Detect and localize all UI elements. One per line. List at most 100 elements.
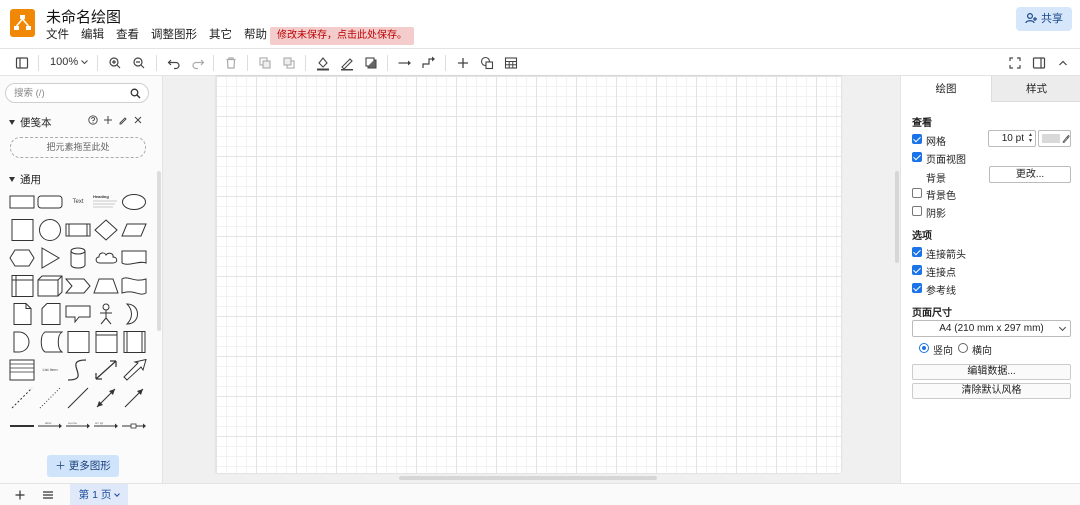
shape-note[interactable] <box>9 303 35 325</box>
sidebar-scrollbar[interactable] <box>157 171 161 331</box>
grid-color-button[interactable] <box>1038 130 1071 147</box>
shape-callout[interactable] <box>65 303 91 325</box>
shape-curve[interactable] <box>65 359 91 381</box>
background-color-checkbox[interactable] <box>912 188 922 198</box>
add-icon[interactable] <box>103 115 113 125</box>
shape-rounded-rectangle[interactable] <box>37 191 63 213</box>
vertical-scrollbar[interactable] <box>895 171 899 263</box>
shape-actor[interactable] <box>93 303 119 325</box>
grid-size-input[interactable]: 10 pt ▲ ▼ <box>988 130 1036 147</box>
tab-style[interactable]: 样式 <box>991 76 1080 102</box>
page-view-checkbox[interactable] <box>912 152 922 162</box>
shape-predefined-process[interactable] <box>121 331 147 353</box>
menu-edit[interactable]: 编辑 <box>81 28 104 42</box>
shape-document[interactable] <box>121 247 147 269</box>
shape-textbox[interactable]: Heading <box>93 191 119 213</box>
shape-container[interactable] <box>93 331 119 353</box>
shape-square[interactable] <box>9 219 35 241</box>
shape-square-alt[interactable] <box>65 331 91 353</box>
undo-icon[interactable] <box>166 55 182 71</box>
waypoints-icon[interactable] <box>421 55 437 71</box>
zoom-level[interactable]: 100% <box>50 56 89 68</box>
search-input[interactable] <box>14 87 124 100</box>
toggle-panel-icon[interactable] <box>1031 55 1047 71</box>
collapse-icon[interactable] <box>1055 55 1071 71</box>
line-color-icon[interactable] <box>339 55 355 71</box>
clear-default-style-button[interactable]: 清除默认风格 <box>912 383 1071 399</box>
scratchpad-header[interactable]: 便笺本 <box>9 115 52 130</box>
shape-thick-line[interactable] <box>9 415 35 437</box>
shape-text[interactable]: Text <box>65 191 91 213</box>
tab-diagram[interactable]: 绘图 <box>901 76 991 102</box>
guides-checkbox[interactable] <box>912 283 922 293</box>
delete-icon[interactable] <box>223 55 239 71</box>
shape-step[interactable] <box>65 275 91 297</box>
table-icon[interactable] <box>503 55 519 71</box>
help-icon[interactable] <box>88 115 98 125</box>
shape-dotted-line[interactable] <box>37 387 63 409</box>
shape-triangle[interactable] <box>37 247 63 269</box>
connection-arrows-checkbox[interactable] <box>912 247 922 257</box>
insert-icon[interactable] <box>455 55 471 71</box>
shadow-icon[interactable] <box>363 55 379 71</box>
shape-list[interactable] <box>9 359 35 381</box>
portrait-radio[interactable] <box>919 343 929 353</box>
shape-delay[interactable] <box>9 331 35 353</box>
shape-cylinder[interactable] <box>65 247 91 269</box>
zoom-out-icon[interactable] <box>131 55 147 71</box>
zoom-in-icon[interactable] <box>107 55 123 71</box>
drawio-logo-icon[interactable] <box>10 9 35 37</box>
shape-ellipse[interactable] <box>121 191 147 213</box>
shape-link-box[interactable] <box>121 415 147 437</box>
close-icon[interactable] <box>133 115 143 125</box>
general-header[interactable]: 通用 <box>9 172 41 187</box>
shape-link-arrow[interactable]: label <box>37 415 63 437</box>
shape-bidirectional-arrow[interactable] <box>93 359 119 381</box>
diagram-canvas[interactable] <box>163 76 900 483</box>
edit-data-button[interactable]: 编辑数据... <box>912 364 1071 380</box>
edit-pencil-icon[interactable] <box>118 115 128 125</box>
menu-arrange[interactable]: 调整图形 <box>151 28 197 42</box>
shape-tape[interactable] <box>121 275 147 297</box>
change-background-button[interactable]: 更改... <box>989 166 1071 183</box>
shape-arrow[interactable] <box>121 359 147 381</box>
shape-list-item[interactable]: List Item <box>37 359 63 381</box>
connection-points-checkbox[interactable] <box>912 265 922 275</box>
shapes-icon[interactable] <box>479 55 495 71</box>
landscape-radio[interactable] <box>958 343 968 353</box>
more-shapes-button[interactable]: ＋ 更多图形 <box>47 455 119 477</box>
add-page-icon[interactable] <box>14 489 26 501</box>
shape-diamond[interactable] <box>93 219 119 241</box>
search-icon[interactable] <box>130 88 141 99</box>
shape-or[interactable] <box>121 303 147 325</box>
shape-link-labelled[interactable]: source <box>65 415 91 437</box>
shape-hexagon[interactable] <box>9 247 35 269</box>
shape-parallelogram[interactable] <box>121 219 147 241</box>
shape-cloud[interactable] <box>93 247 119 269</box>
shape-data-storage[interactable] <box>37 331 63 353</box>
menu-view[interactable]: 查看 <box>116 28 139 42</box>
shape-dashed-line[interactable] <box>9 387 35 409</box>
shape-bidirectional-connector[interactable] <box>93 387 119 409</box>
horizontal-scrollbar[interactable] <box>399 476 657 480</box>
shape-directional-connector[interactable] <box>121 387 147 409</box>
menu-extras[interactable]: 其它 <box>209 28 232 42</box>
fill-color-icon[interactable] <box>315 55 331 71</box>
shape-card[interactable] <box>37 303 63 325</box>
diagram-page[interactable] <box>216 76 841 473</box>
share-button[interactable]: 共享 <box>1016 7 1072 31</box>
fullscreen-icon[interactable] <box>1007 55 1023 71</box>
pages-menu-icon[interactable] <box>42 489 54 501</box>
shadow-checkbox[interactable] <box>912 206 922 216</box>
to-back-icon[interactable] <box>281 55 297 71</box>
shape-cube[interactable] <box>37 275 63 297</box>
scratchpad-dropzone[interactable]: 把元素拖至此处 <box>10 137 146 158</box>
grid-checkbox[interactable] <box>912 134 922 144</box>
shape-link-both[interactable]: src tgt <box>93 415 119 437</box>
menu-file[interactable]: 文件 <box>46 28 69 42</box>
shape-rectangle[interactable] <box>9 191 35 213</box>
unsaved-notice[interactable]: 修改未保存，点击此处保存。 <box>270 27 414 45</box>
page-tab-1[interactable]: 第 1 页 <box>70 484 128 505</box>
shape-circle[interactable] <box>37 219 63 241</box>
shape-trapezoid[interactable] <box>93 275 119 297</box>
